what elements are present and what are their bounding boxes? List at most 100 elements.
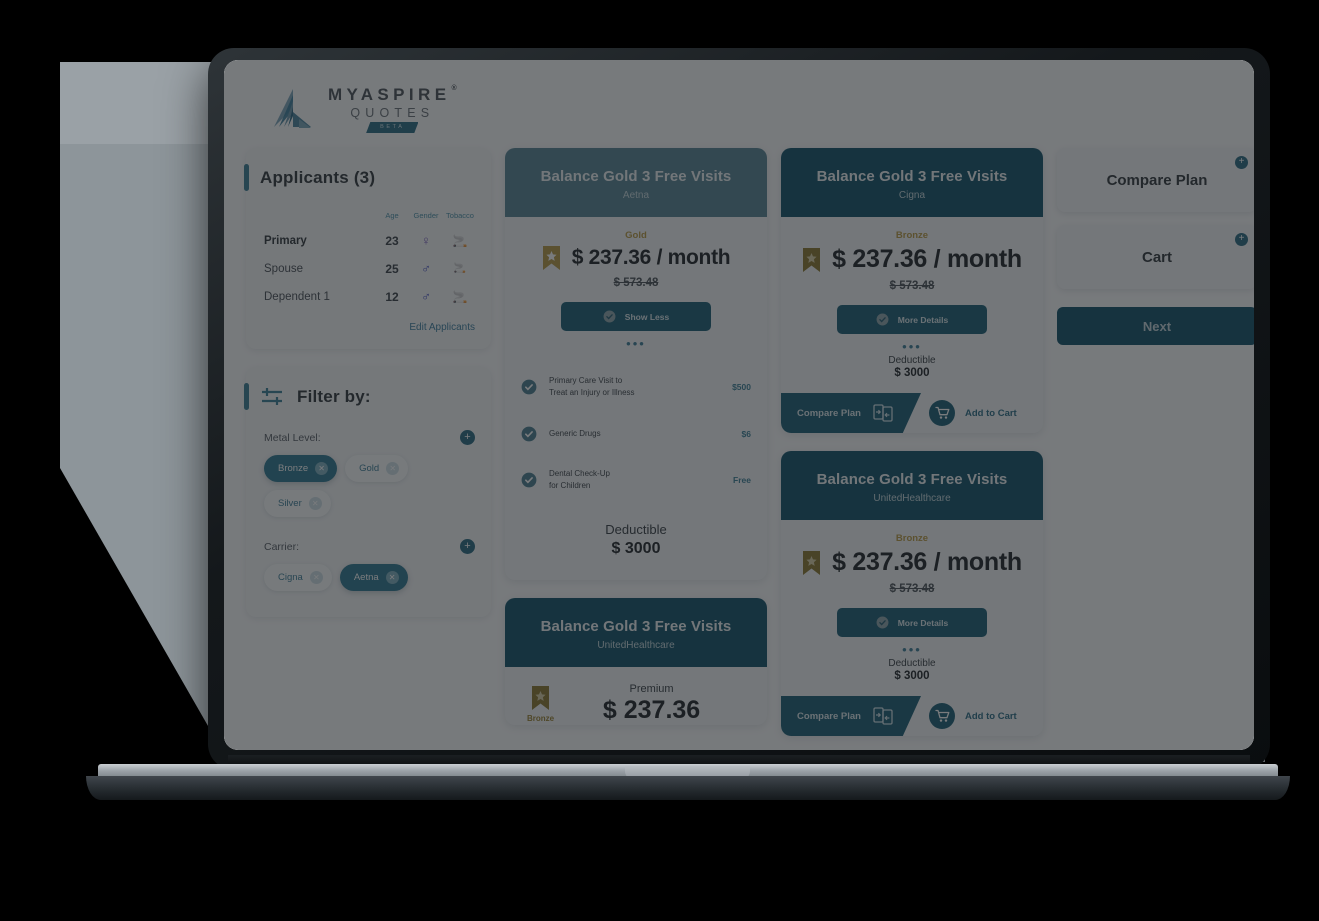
add-metal-level-button[interactable]: +: [460, 430, 475, 445]
benefit-row: Primary Care Visit to Treat an Injury or…: [521, 362, 751, 413]
cart-icon: [934, 709, 949, 722]
plan-card-premium: Balance Gold 3 Free Visits UnitedHealthc…: [505, 597, 767, 725]
plan-original-price: $ 573.48: [889, 280, 935, 292]
plan-carrier: UnitedHealthcare: [873, 493, 951, 504]
logo-line1-text: MYASPIRE: [328, 85, 451, 104]
more-options-icon[interactable]: •••: [781, 643, 1043, 656]
chip-cigna[interactable]: Cigna ✕: [264, 564, 332, 591]
plan-carrier: Cigna: [898, 190, 926, 201]
table-row: Primary 23 ♀ 🚬: [264, 233, 477, 248]
plan-title: Balance Gold 3 Free Visits: [540, 617, 732, 635]
plan-card-header: Balance Gold 3 Free Visits Cigna: [781, 148, 1043, 217]
page-title: Applicants (3): [260, 167, 376, 187]
bookmark-icon: [542, 246, 560, 270]
close-icon[interactable]: ✕: [315, 462, 329, 475]
plan-title: Balance Gold 3 Free Visits: [816, 168, 1008, 185]
app-logo[interactable]: MYASPIRE ® QUOTES BETA: [246, 78, 1232, 140]
beta-badge: BETA: [366, 122, 419, 133]
toggle-label: More Details: [897, 314, 949, 325]
applicant-name: Primary: [264, 234, 307, 247]
edit-applicants-link[interactable]: Edit Applicants: [246, 308, 491, 349]
applicants-header: Applicants (3): [244, 148, 491, 195]
add-cart-icon[interactable]: +: [1235, 233, 1248, 246]
cart-label: Add to Cart: [965, 407, 1017, 419]
benefit-name: Dental Check-Up for Children: [549, 468, 610, 491]
deductible-label: Deductible: [888, 355, 936, 366]
right-rail: Compare Plan + Cart + Next: [1057, 148, 1254, 345]
chip-silver[interactable]: Silver ✕: [264, 490, 331, 517]
plan-carrier: UnitedHealthcare: [597, 639, 675, 651]
add-carrier-button[interactable]: +: [460, 539, 475, 554]
plan-price-row: $ 237.36 / month: [505, 245, 767, 271]
benefits-list: Primary Care Visit to Treat an Injury or…: [505, 348, 767, 506]
compare-plan-panel[interactable]: Compare Plan +: [1057, 148, 1254, 212]
accent-bar: [244, 383, 249, 410]
benefit-value: $6: [741, 428, 751, 439]
premium-row: Bronze Premium $ 237.36: [505, 667, 767, 725]
metal-level-badge: Bronze: [527, 713, 555, 723]
plan-title: Balance Gold 3 Free Visits: [816, 471, 1008, 488]
plan-price-row: $ 237.36 / month: [781, 245, 1043, 274]
plan-card-collapsed: Balance Gold 3 Free Visits Cigna Bronze …: [781, 148, 1043, 433]
premium-value: $ 237.36: [602, 695, 701, 724]
laptop-screen: MYASPIRE ® QUOTES BETA Applicants (3) Ag…: [224, 60, 1254, 750]
no-tobacco-icon: 🚬: [452, 233, 468, 248]
screenshot-stage: MYASPIRE ® QUOTES BETA Applicants (3) Ag…: [0, 0, 1319, 921]
benefit-value: Free: [733, 475, 751, 486]
check-badge-icon: [603, 310, 616, 323]
compare-plan-button[interactable]: Compare Plan: [781, 696, 921, 736]
check-badge-icon: [521, 426, 537, 442]
show-less-button[interactable]: Show Less: [561, 302, 711, 331]
cart-icon: [934, 406, 949, 419]
page-columns: Applicants (3) Age Gender Tobacco Primar…: [244, 140, 1254, 750]
applicants-table: Age Gender Tobacco Primary 23 ♀ 🚬 Spouse…: [246, 211, 491, 308]
carrier-chips: Cigna ✕ Aetna ✕: [246, 554, 491, 591]
close-icon[interactable]: ✕: [386, 462, 400, 475]
premium-label: Premium: [629, 682, 674, 695]
add-to-cart-button[interactable]: Add to Cart: [921, 696, 1043, 736]
close-icon[interactable]: ✕: [385, 571, 399, 584]
plan-price: $ 237.36 / month: [832, 245, 1022, 273]
toggle-label: Show Less: [624, 311, 670, 322]
cart-label: Add to Cart: [965, 710, 1017, 722]
chip-gold[interactable]: Gold ✕: [345, 455, 409, 482]
chip-aetna[interactable]: Aetna ✕: [339, 564, 408, 591]
add-compare-icon[interactable]: +: [1235, 156, 1248, 169]
backdrop-base-shadow: [235, 845, 1085, 887]
cart-panel[interactable]: Cart +: [1057, 225, 1254, 289]
more-options-icon[interactable]: •••: [781, 340, 1043, 353]
compare-plan-label: Compare Plan: [1106, 171, 1208, 189]
deductible-block: Deductible $ 3000: [781, 654, 1043, 696]
check-badge-icon: [876, 616, 889, 629]
gender-male-icon: ♂: [421, 289, 431, 304]
table-row: Dependent 1 12 ♂ 🚬: [264, 289, 477, 304]
app-viewport: MYASPIRE ® QUOTES BETA Applicants (3) Ag…: [224, 60, 1254, 750]
next-button[interactable]: Next: [1057, 307, 1254, 345]
deductible-block: Deductible $ 3000: [505, 506, 767, 580]
benefit-row: Generic Drugs $6: [521, 413, 751, 455]
compare-plan-button[interactable]: Compare Plan: [781, 393, 921, 433]
close-icon[interactable]: ✕: [308, 497, 322, 510]
table-row: Spouse 25 ♂ 🚬: [264, 261, 477, 276]
more-details-button[interactable]: More Details: [837, 305, 987, 334]
check-badge-icon: [521, 379, 537, 395]
plan-card-footer: Compare Plan Add to Cart: [781, 393, 1043, 433]
metal-level-label: Metal Level:: [264, 431, 321, 444]
more-details-button[interactable]: More Details: [837, 608, 987, 637]
col-age: Age: [385, 211, 399, 220]
premium-values: Premium $ 237.36: [566, 683, 767, 725]
metal-badge-group: Bronze: [527, 685, 554, 723]
metal-level-group-label: Metal Level: +: [246, 414, 491, 445]
compare-icon: [873, 404, 893, 422]
close-icon[interactable]: ✕: [309, 571, 323, 584]
plan-title: Balance Gold 3 Free Visits: [540, 168, 732, 185]
more-options-icon[interactable]: •••: [505, 337, 767, 350]
chip-bronze[interactable]: Bronze ✕: [264, 455, 338, 482]
table-header-row: Age Gender Tobacco: [264, 211, 477, 220]
add-to-cart-button[interactable]: Add to Cart: [921, 393, 1043, 433]
plan-price: $ 237.36 / month: [832, 548, 1022, 576]
bookmark-icon: [803, 247, 821, 272]
col-tobacco: Tobacco: [446, 211, 474, 220]
cart-panel-label: Cart: [1141, 248, 1172, 266]
aspire-fan-logo-icon: [274, 89, 311, 128]
